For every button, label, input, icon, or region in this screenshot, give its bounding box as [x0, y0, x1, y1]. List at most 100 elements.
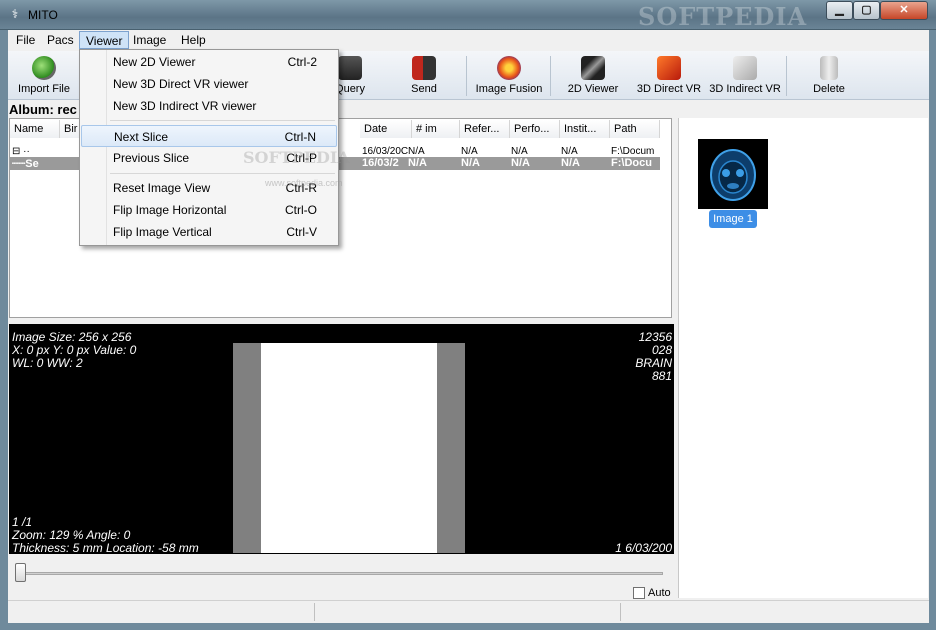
thumbnail-image[interactable]: [698, 139, 768, 209]
zoom-overlay: Zoom: 129 % Angle: 0: [12, 528, 131, 542]
menu-item-shortcut: Ctrl-2: [287, 55, 317, 69]
menu-new-2d-viewer[interactable]: New 2D Viewer Ctrl-2: [81, 51, 337, 73]
patient-id-overlay: 12356: [638, 330, 672, 344]
menu-file[interactable]: File: [10, 31, 41, 49]
col-referring[interactable]: Refer...: [460, 120, 510, 138]
col-date[interactable]: Date: [360, 120, 412, 138]
menu-next-slice[interactable]: Next Slice Ctrl-N: [81, 125, 337, 147]
status-bar: [8, 600, 929, 623]
frame-counter-overlay: 1 /1: [12, 515, 33, 529]
brain-fusion-icon: [497, 56, 521, 80]
col-birth[interactable]: Bir: [60, 120, 80, 138]
softpedia-watermark: SOFTPEDIA: [243, 148, 350, 167]
delete-label: Delete: [813, 83, 845, 95]
surface-render-icon: [733, 56, 757, 80]
import-file-label: Import File: [18, 83, 70, 95]
delete-button[interactable]: Delete: [808, 54, 850, 98]
trash-icon: [820, 56, 838, 80]
cell-inst: N/A: [561, 157, 580, 169]
slice-slider-thumb[interactable]: [15, 563, 26, 582]
menu-help[interactable]: Help: [175, 31, 212, 49]
minimize-button[interactable]: ▁: [826, 1, 853, 20]
study-description-overlay: BRAIN: [635, 356, 672, 370]
col-path[interactable]: Path: [610, 120, 660, 138]
col-num-images[interactable]: # im: [412, 120, 460, 138]
tree-node[interactable]: ⊟ ··: [12, 146, 30, 157]
menu-pacs[interactable]: Pacs: [41, 31, 80, 49]
col-performing[interactable]: Perfo...: [510, 120, 560, 138]
viewer-2d-button[interactable]: 2D Viewer: [562, 54, 624, 98]
menu-item-label: New 2D Viewer: [113, 55, 196, 69]
softpedia-watermark: SOFTPEDIA: [638, 2, 808, 31]
auto-checkbox[interactable]: [633, 587, 645, 599]
menu-image[interactable]: Image: [127, 31, 172, 49]
menu-viewer[interactable]: Viewer: [79, 31, 130, 49]
thumbnail-label[interactable]: Image 1: [709, 210, 757, 228]
cell-path: F:\Docu: [611, 157, 652, 169]
menu-item-shortcut: Ctrl-V: [286, 225, 317, 239]
menu-item-label: New 3D Indirect VR viewer: [113, 99, 257, 113]
close-button[interactable]: ✕: [880, 1, 928, 20]
cell-path: F:\Docum: [611, 146, 655, 157]
send-label: Send: [411, 83, 437, 95]
date-overlay: 1 6/03/200: [615, 541, 672, 555]
toolbar-separator: [466, 56, 467, 96]
auto-label: Auto: [648, 587, 671, 599]
menu-item-label: New 3D Direct VR viewer: [113, 77, 249, 91]
window-title: MITO: [28, 8, 58, 22]
cell-inst: N/A: [561, 146, 578, 157]
cell-num: N/A: [408, 146, 425, 157]
import-icon: [32, 56, 56, 80]
menu-item-label: Previous Slice: [113, 151, 190, 165]
cell-ref: N/A: [461, 146, 478, 157]
menu-separator: [110, 120, 335, 121]
album-label: Album: rec: [9, 102, 77, 117]
maximize-button[interactable]: ▢: [853, 1, 880, 20]
send-server-icon: [412, 56, 436, 80]
image-fusion-label: Image Fusion: [475, 83, 543, 95]
menu-item-shortcut: Ctrl-N: [284, 130, 316, 144]
menu-separator: [110, 173, 335, 174]
cell-date: 16/03/2: [362, 157, 399, 169]
caduceus-icon: ⚕: [11, 7, 19, 21]
indirect-vr-3d-button[interactable]: 3D Indirect VR: [708, 54, 782, 98]
import-file-button[interactable]: Import File: [12, 54, 76, 98]
status-separator: [620, 603, 621, 621]
indirect-vr-3d-label: 3D Indirect VR: [709, 83, 781, 95]
col-name[interactable]: Name: [10, 120, 60, 138]
image-fusion-button[interactable]: Image Fusion: [472, 54, 546, 98]
menu-new-3d-indirect-vr[interactable]: New 3D Indirect VR viewer: [81, 95, 337, 117]
menu-item-label: Reset Image View: [113, 181, 211, 195]
cell-date: 16/03/20C: [362, 146, 409, 157]
slices-2d-icon: [581, 56, 605, 80]
series-number-overlay: 881: [651, 369, 672, 383]
thickness-overlay: Thickness: 5 mm Location: -58 mm: [12, 541, 199, 555]
menu-item-label: Next Slice: [114, 130, 169, 144]
skull-scan-icon: [710, 149, 756, 201]
cursor-position-overlay: X: 0 px Y: 0 px Value: 0: [12, 343, 137, 357]
menu-item-label: Flip Image Horizontal: [113, 203, 227, 217]
tree-node[interactable]: ┈┈Se: [12, 157, 39, 170]
cell-perf: N/A: [511, 146, 528, 157]
slice-image[interactable]: [261, 343, 437, 553]
menu-flip-horizontal[interactable]: Flip Image Horizontal Ctrl-O: [81, 199, 337, 221]
query-server-icon: [338, 56, 362, 80]
cell-ref: N/A: [461, 157, 480, 169]
cell-num: N/A: [408, 157, 427, 169]
image-size-overlay: Image Size: 256 x 256: [12, 330, 132, 344]
softpedia-url-watermark: www.softpedia.com: [265, 178, 343, 188]
col-institution[interactable]: Instit...: [560, 120, 610, 138]
menu-item-label: Flip Image Vertical: [113, 225, 212, 239]
menu-item-shortcut: Ctrl-O: [285, 203, 317, 217]
slice-slider-track[interactable]: [15, 572, 663, 575]
slice-margin-right: [437, 343, 465, 553]
direct-vr-3d-label: 3D Direct VR: [636, 83, 702, 95]
menu-new-3d-direct-vr[interactable]: New 3D Direct VR viewer: [81, 73, 337, 95]
menu-flip-vertical[interactable]: Flip Image Vertical Ctrl-V: [81, 221, 337, 243]
status-separator: [314, 603, 315, 621]
viewer-2d-label: 2D Viewer: [567, 83, 619, 95]
window-level-overlay: WL: 0 WW: 2: [12, 356, 83, 370]
direct-vr-3d-button[interactable]: 3D Direct VR: [636, 54, 702, 98]
send-button[interactable]: Send: [402, 54, 446, 98]
toolbar-separator: [550, 56, 551, 96]
